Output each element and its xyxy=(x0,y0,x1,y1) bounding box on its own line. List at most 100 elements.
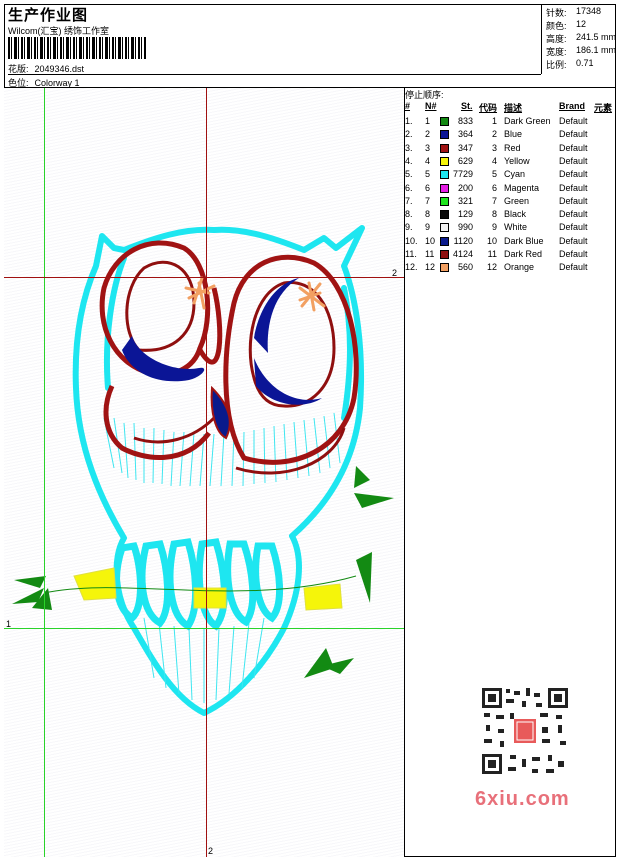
table-row: 12. 12 560 12 Orange Default xyxy=(405,262,616,275)
cell-desc: Magenta xyxy=(504,182,540,193)
color-swatch xyxy=(440,183,449,193)
cell-n: 6 xyxy=(425,182,431,193)
qr-code-icon xyxy=(470,683,580,783)
cell-code: 11 xyxy=(487,249,497,259)
cell-desc: Dark Green xyxy=(504,116,551,126)
cell-idx: 9. xyxy=(405,222,413,233)
color-swatch xyxy=(440,143,449,153)
cell-code: 9 xyxy=(491,222,497,233)
color-swatch xyxy=(440,223,449,233)
guide-horizontal-red xyxy=(4,277,404,278)
guide-vertical-red xyxy=(206,88,207,857)
stat-width: 宽度: 186.1 mm xyxy=(546,45,616,58)
cell-st: 7729 xyxy=(453,169,474,180)
cell-code: 5 xyxy=(491,169,497,180)
col-header: 代码 xyxy=(479,103,498,113)
table-row: 9. 9 990 9 White Default xyxy=(405,222,616,235)
cell-brand: Default xyxy=(559,262,588,273)
owl-embroidery-icon xyxy=(12,225,394,716)
cell-brand: Default xyxy=(559,249,588,259)
cell-n: 2 xyxy=(425,129,431,140)
stat-value: 17348 xyxy=(576,6,602,16)
table-row: 6. 6 200 6 Magenta Default xyxy=(405,183,616,196)
cell-code: 2 xyxy=(491,129,497,140)
cell-st: 1120 xyxy=(453,235,473,246)
company-name: Wilcom(汇宝) 绣饰工作室 xyxy=(8,26,109,36)
colorway-value: Colorway 1 xyxy=(34,78,80,88)
cell-st: 560 xyxy=(457,262,473,273)
cell-n: 11 xyxy=(425,249,435,259)
cell-desc: Black xyxy=(504,209,527,220)
cell-code: 12 xyxy=(486,262,497,273)
col-header: St. xyxy=(461,101,473,111)
barcode-icon xyxy=(8,37,146,59)
cell-st: 347 xyxy=(457,142,473,153)
cell-n: 9 xyxy=(425,222,431,233)
col-header: Brand xyxy=(559,101,586,111)
cell-idx: 1. xyxy=(405,116,413,126)
cell-idx: 12. xyxy=(405,262,418,273)
cell-desc: Orange xyxy=(504,262,535,273)
color-swatch xyxy=(440,236,449,246)
cell-st: 990 xyxy=(457,222,473,233)
cell-idx: 10. xyxy=(405,235,418,246)
stat-scale: 比例: 0.71 xyxy=(546,58,594,71)
table-row: 11. 11 4124 11 Dark Red Default xyxy=(405,249,616,262)
stat-stitches: 针数: 17348 xyxy=(546,6,601,19)
col-header: N# xyxy=(425,101,437,111)
color-swatch xyxy=(440,156,449,166)
cell-idx: 7. xyxy=(405,195,413,206)
cell-n: 3 xyxy=(425,142,431,153)
cell-code: 3 xyxy=(491,142,497,153)
cell-n: 10 xyxy=(425,235,436,246)
color-swatch xyxy=(440,250,449,259)
design-info: 花版: 2049346.dst xyxy=(8,62,84,75)
design-label: 花版: xyxy=(8,64,29,74)
cell-n: 8 xyxy=(425,209,431,220)
cell-st: 200 xyxy=(457,182,473,193)
stat-value: 12 xyxy=(576,19,587,29)
cell-brand: Default xyxy=(559,155,588,166)
guide-horizontal-green xyxy=(4,628,404,629)
guide-label: 1 xyxy=(6,619,12,629)
cell-idx: 4. xyxy=(405,155,413,166)
cell-brand: Default xyxy=(559,195,588,206)
cell-n: 1 xyxy=(425,116,431,126)
color-swatch xyxy=(440,170,449,180)
cell-st: 129 xyxy=(457,209,473,220)
qr-code-icon xyxy=(480,686,570,776)
panel-title: 停止顺序: xyxy=(405,90,444,100)
stat-value: 0.71 xyxy=(576,58,594,68)
cell-brand: Default xyxy=(559,222,588,233)
cell-desc: Yellow xyxy=(504,155,530,166)
color-swatch xyxy=(440,263,449,273)
cell-brand: Default xyxy=(559,182,588,193)
cell-desc: Cyan xyxy=(504,169,526,180)
col-header: # xyxy=(405,101,411,111)
cell-brand: Default xyxy=(559,116,588,126)
guide-label: 2 xyxy=(208,846,214,856)
cell-desc: Green xyxy=(504,195,530,206)
watermark: 6xiu.com xyxy=(475,788,570,810)
cell-st: 364 xyxy=(457,129,473,140)
cell-desc: Dark Blue xyxy=(504,235,544,246)
cell-idx: 6. xyxy=(405,182,413,193)
table-row: 3. 3 347 3 Red Default xyxy=(405,143,616,156)
color-swatch xyxy=(440,130,449,140)
stat-label: 针数: xyxy=(546,8,567,18)
table-row: 1. 1 833 1 Dark Green Default xyxy=(405,116,616,129)
cell-desc: White xyxy=(504,222,528,233)
header-divider xyxy=(8,74,541,75)
color-swatch xyxy=(440,196,449,206)
table-row: 2. 2 364 2 Blue Default xyxy=(405,129,616,142)
col-header: 描述 xyxy=(504,103,523,113)
cell-n: 5 xyxy=(425,169,431,180)
cell-st: 833 xyxy=(457,116,473,126)
cell-n: 7 xyxy=(425,195,431,206)
cell-idx: 2. xyxy=(405,129,413,140)
stat-label: 高度: xyxy=(546,34,567,44)
stat-label: 颜色: xyxy=(546,21,567,31)
stop-sequence-panel: 停止顺序: # N# St. 代码 描述 Brand 元素 1. 1 833 1 Dar… xyxy=(405,88,616,273)
cell-brand: Default xyxy=(559,129,588,140)
table-row: 4. 4 629 4 Yellow Default xyxy=(405,156,616,169)
